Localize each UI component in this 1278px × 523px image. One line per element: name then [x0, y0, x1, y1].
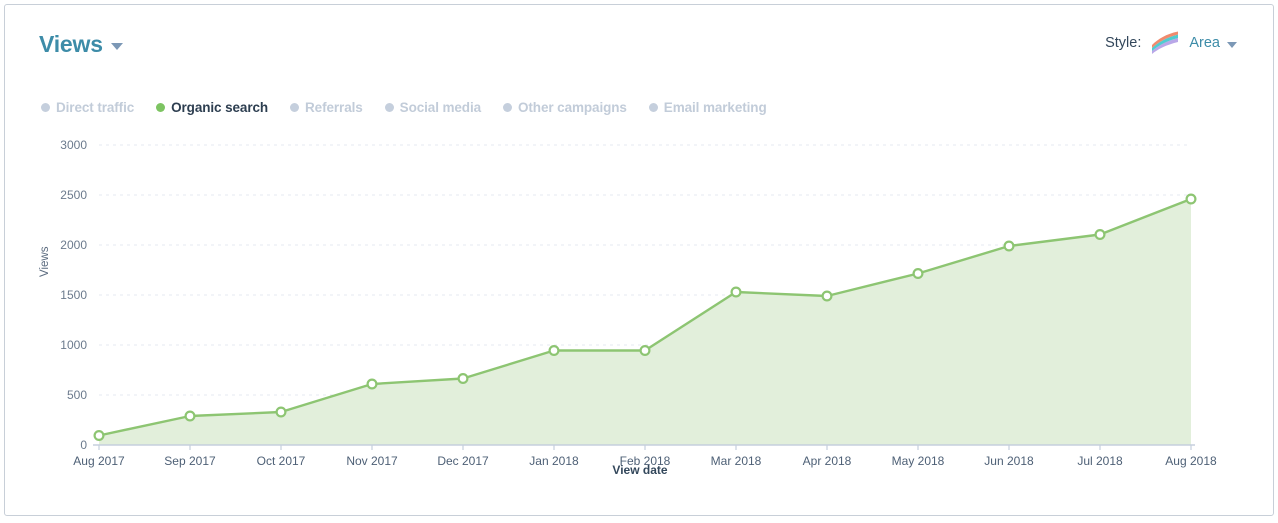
legend-item-label: Direct traffic [56, 100, 135, 115]
legend-dot-icon [290, 103, 300, 112]
legend-item-organic-search[interactable]: Organic search [156, 100, 268, 115]
legend-dot-icon [503, 103, 513, 112]
x-axis-tick-label: Jan 2018 [529, 454, 579, 468]
y-axis-tick-label: 2000 [60, 238, 87, 252]
legend-dot-icon [41, 103, 50, 112]
x-axis-tick-label: Apr 2018 [802, 454, 852, 468]
x-axis-tick-label: Oct 2017 [256, 454, 306, 468]
data-point-marker[interactable] [1003, 240, 1015, 252]
series-area-organic-search [99, 199, 1191, 445]
legend-dot-icon [384, 103, 394, 112]
y-axis-tick-label: 3000 [60, 138, 87, 152]
x-axis-tick-label: Aug 2017 [73, 454, 125, 468]
legend-item-label: Referrals [305, 100, 363, 115]
data-point-marker[interactable] [366, 378, 378, 390]
x-axis-tick-label: May 2018 [891, 454, 945, 468]
area-chart-svg [93, 144, 1197, 450]
data-point-marker[interactable] [1185, 193, 1197, 205]
data-point-marker[interactable] [93, 430, 105, 442]
legend-item-email-marketing[interactable]: Email marketing [648, 100, 767, 115]
legend-item-label: Email marketing [663, 100, 767, 115]
data-point-marker[interactable] [184, 410, 196, 422]
style-selector[interactable]: Style: Area [1105, 30, 1237, 56]
y-axis-tick-label: 1000 [60, 338, 87, 352]
x-axis-title: View date [612, 463, 668, 477]
data-point-marker[interactable] [912, 268, 924, 280]
data-point-marker[interactable] [548, 345, 560, 357]
data-point-marker[interactable] [457, 373, 469, 385]
x-axis-tick-label: Feb 2018 [619, 454, 671, 468]
data-point-marker[interactable] [821, 290, 833, 302]
y-axis-tick-label: 0 [80, 438, 87, 452]
legend-item-referrals[interactable]: Referrals [290, 100, 363, 115]
data-point-marker[interactable] [1094, 229, 1106, 241]
y-axis-title: Views [39, 246, 51, 277]
x-axis-tick-label: Sep 2017 [164, 454, 216, 468]
screenshot-root: Views Style: Area Direct traffic Organic … [0, 0, 1278, 523]
legend-item-label: Social media [399, 100, 482, 115]
series-line-organic-search [97, 197, 1193, 437]
x-axis-tick-label: Aug 2018 [1165, 454, 1217, 468]
data-point-marker[interactable] [639, 345, 651, 357]
legend-dot-icon [648, 103, 658, 112]
chart-legend: Direct traffic Organic search Referrals Soc… [41, 100, 767, 115]
chevron-down-icon-style [1227, 41, 1237, 48]
data-point-marker[interactable] [275, 406, 287, 418]
x-axis-tick-label: Nov 2017 [346, 454, 398, 468]
legend-dot-icon [156, 103, 166, 112]
x-axis-tick-label: Dec 2017 [437, 454, 489, 468]
legend-item-label: Other campaigns [518, 100, 627, 115]
y-axis-tick-label: 500 [66, 388, 87, 402]
card-header: Views Style: Area [5, 5, 1273, 67]
x-axis-tick-label: Jun 2018 [984, 454, 1034, 468]
legend-item-other-campaigns[interactable]: Other campaigns [503, 100, 627, 115]
legend-item-direct-traffic[interactable]: Direct traffic [41, 100, 134, 115]
x-axis-tick-label: Jul 2018 [1077, 454, 1123, 468]
page-title: Views [39, 31, 103, 57]
data-point-marker[interactable] [730, 286, 742, 298]
chart-plot-area: Views View date 0 500 1000 1500 2000 2500 3000… [5, 5, 1275, 517]
style-label: Style: [1105, 35, 1142, 51]
legend-item-social-media[interactable]: Social media [384, 100, 482, 115]
y-axis-tick-label: 2500 [60, 188, 87, 202]
chevron-down-icon [110, 43, 123, 50]
views-chart-card: Views Style: Area Direct traffic Organic … [4, 4, 1274, 516]
y-axis-tick-label: 1500 [60, 288, 87, 302]
area-chart-icon [1150, 30, 1180, 56]
legend-item-label: Organic search [171, 100, 269, 115]
x-axis-tick-label: Mar 2018 [710, 454, 762, 468]
style-value: Area [1189, 35, 1220, 51]
views-metric-dropdown[interactable]: Views [39, 33, 123, 56]
